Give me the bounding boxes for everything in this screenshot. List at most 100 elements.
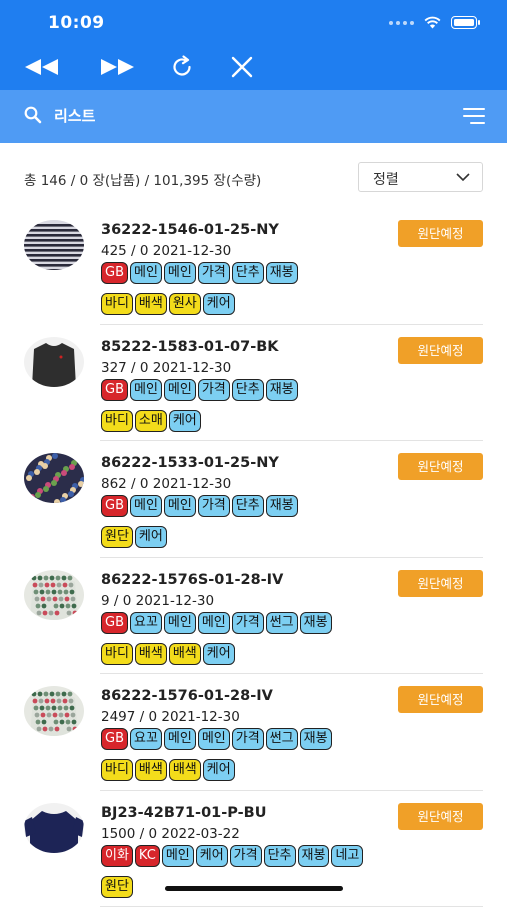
- tag-row: 바디배색배색케어: [101, 759, 235, 781]
- tag-badge: 바디: [101, 410, 133, 432]
- tag-badge: 네고: [331, 845, 363, 867]
- product-code: 86222-1533-01-25-NY: [101, 455, 279, 471]
- list-item[interactable]: 86222-1533-01-25-NY862 / 0 2021-12-30GB메…: [0, 441, 507, 558]
- tag-badge: 가격: [198, 495, 230, 517]
- product-thumbnail: [24, 453, 84, 503]
- tag-badge: 메인: [164, 262, 196, 284]
- rewind-button[interactable]: [22, 52, 62, 82]
- tag-badge: 바디: [101, 293, 133, 315]
- tag-row: GB메인메인가격단추재봉: [101, 379, 298, 401]
- fast-forward-button[interactable]: [97, 52, 137, 82]
- tag-badge: 단추: [232, 379, 264, 401]
- product-meta: 1500 / 0 2022-03-22: [101, 826, 240, 842]
- tag-badge: KC: [135, 845, 160, 867]
- tag-row: 바디배색배색케어: [101, 643, 235, 665]
- tag-badge: 재봉: [298, 845, 330, 867]
- status-button[interactable]: 원단예정: [398, 220, 483, 247]
- tag-badge: 재봉: [300, 728, 332, 750]
- list-item[interactable]: 86222-1576S-01-28-IV9 / 0 2021-12-30GB요꼬…: [0, 558, 507, 675]
- status-button[interactable]: 원단예정: [398, 453, 483, 480]
- tag-row: 바디소매케어: [101, 410, 201, 432]
- tag-badge: 메인: [130, 495, 162, 517]
- tag-badge: 배색: [169, 643, 201, 665]
- product-meta: 425 / 0 2021-12-30: [101, 243, 231, 259]
- tag-row: 이화KC메인케어가격단추재봉네고: [101, 845, 363, 867]
- tag-badge: 재봉: [266, 262, 298, 284]
- product-code: 86222-1576-01-28-IV: [101, 688, 273, 704]
- close-button[interactable]: [222, 52, 262, 82]
- tag-badge: 가격: [198, 379, 230, 401]
- menu-icon[interactable]: [463, 107, 485, 125]
- tag-row: GB요꼬메인메인가격썬그재봉: [101, 728, 332, 750]
- tag-badge: 단추: [232, 495, 264, 517]
- search-label: 리스트: [54, 105, 95, 126]
- tag-badge: 메인: [164, 379, 196, 401]
- sort-dropdown[interactable]: 정렬: [358, 162, 483, 192]
- close-icon: [231, 56, 253, 78]
- tag-badge: GB: [101, 379, 128, 401]
- fast-forward-icon: [99, 58, 135, 76]
- status-bar: 10:09: [0, 0, 507, 44]
- list-item[interactable]: 86222-1576-01-28-IV 2497 / 0 2021-12-30 GB…: [0, 674, 507, 791]
- status-icons: [389, 16, 477, 29]
- tag-badge: 가격: [230, 845, 262, 867]
- tag-badge: 배색: [135, 293, 167, 315]
- battery-icon: [451, 16, 477, 29]
- product-code: 36222-1546-01-25-NY: [101, 222, 279, 238]
- tag-badge: 배색: [135, 643, 167, 665]
- tag-row: GB요꼬메인메인가격썬그재봉: [101, 612, 332, 634]
- refresh-button[interactable]: [162, 52, 202, 82]
- product-code: BJ23-42B71-01-P-BU: [101, 805, 266, 821]
- tag-badge: 요꼬: [130, 728, 162, 750]
- product-meta: 862 / 0 2021-12-30: [101, 476, 231, 492]
- tag-badge: 가격: [232, 728, 264, 750]
- tag-badge: 메인: [130, 379, 162, 401]
- tag-badge: 메인: [198, 728, 230, 750]
- product-list: 36222-1546-01-25-NY425 / 0 2021-12-30GB메…: [0, 208, 507, 907]
- chevron-down-icon: [456, 172, 470, 182]
- tag-badge: 썬그: [266, 728, 298, 750]
- tag-badge: 메인: [164, 728, 196, 750]
- tag-badge: 원사: [169, 293, 201, 315]
- tag-badge: 바디: [101, 759, 133, 781]
- summary-text: 총 146 / 0 장(납품) / 101,395 장(수량): [24, 169, 261, 189]
- tag-badge: 케어: [196, 845, 228, 867]
- product-meta: 2497 / 0 2021-12-30: [101, 709, 240, 725]
- tag-row: 원단케어: [101, 526, 167, 548]
- tag-badge: 썬그: [266, 612, 298, 634]
- list-item[interactable]: 85222-1583-01-07-BK327 / 0 2021-12-30GB메…: [0, 325, 507, 442]
- tag-badge: 소매: [135, 410, 167, 432]
- product-thumbnail: [24, 337, 84, 387]
- product-code: 85222-1583-01-07-BK: [101, 339, 279, 355]
- tag-badge: 가격: [232, 612, 264, 634]
- tag-badge: 단추: [232, 262, 264, 284]
- list-item[interactable]: 36222-1546-01-25-NY 425 / 0 2021-12-30 GB메…: [0, 208, 507, 325]
- tag-badge: 이화: [101, 845, 133, 867]
- status-button[interactable]: 원단예정: [398, 686, 483, 713]
- product-thumbnail: [24, 220, 84, 270]
- product-code: 86222-1576S-01-28-IV: [101, 572, 283, 588]
- search-icon: [24, 106, 42, 124]
- status-button[interactable]: 원단예정: [398, 570, 483, 597]
- tag-badge: 원단: [101, 876, 133, 898]
- tag-row: GB메인메인가격단추재봉: [101, 262, 298, 284]
- signal-icon: [389, 21, 414, 25]
- tag-badge: 가격: [198, 262, 230, 284]
- tag-badge: GB: [101, 728, 128, 750]
- tag-badge: 재봉: [300, 612, 332, 634]
- tag-row: 원단: [101, 876, 133, 898]
- status-time: 10:09: [48, 13, 105, 33]
- product-thumbnail: [24, 803, 84, 853]
- tag-badge: 케어: [135, 526, 167, 548]
- rewind-icon: [24, 58, 60, 76]
- tag-badge: 메인: [164, 612, 196, 634]
- tag-badge: 메인: [198, 612, 230, 634]
- tag-row: 바디배색원사케어: [101, 293, 235, 315]
- tag-badge: 케어: [203, 643, 235, 665]
- refresh-icon: [170, 55, 194, 79]
- tag-badge: 요꼬: [130, 612, 162, 634]
- search-bar[interactable]: 리스트: [0, 90, 507, 143]
- product-thumbnail: [24, 570, 84, 620]
- status-button[interactable]: 원단예정: [398, 337, 483, 364]
- status-button[interactable]: 원단예정: [398, 803, 483, 830]
